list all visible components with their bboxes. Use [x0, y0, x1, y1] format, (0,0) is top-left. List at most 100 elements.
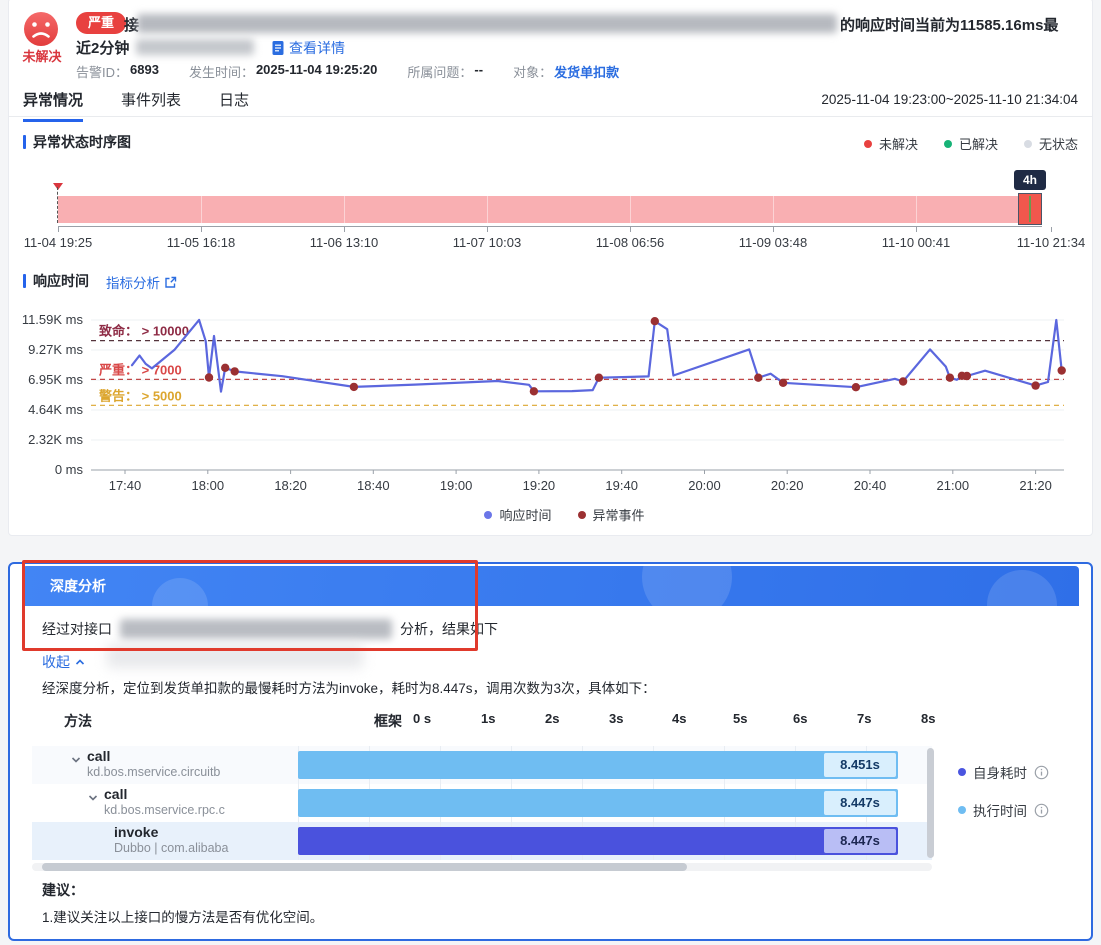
- alert-meta-item: 所属问题：--: [407, 62, 483, 81]
- svg-text:21:00: 21:00: [937, 478, 970, 493]
- decor-circle: [152, 578, 208, 606]
- flame-time-tick-label: 8s: [921, 711, 935, 726]
- meta-value: 2025-11-04 19:25:20: [256, 62, 377, 81]
- timeline-selection-handle[interactable]: [1018, 193, 1042, 225]
- band-grid-line: [630, 196, 631, 223]
- legend-dot-icon: [958, 806, 966, 814]
- timeline-axis: 11-04 19:2511-05 16:1811-06 13:1011-07 1…: [9, 227, 1094, 257]
- method-cell: invokeDubbo | com.alibaba: [114, 824, 232, 856]
- svg-text:20:00: 20:00: [688, 478, 721, 493]
- svg-text:严重： > 7000: 严重： > 7000: [98, 362, 182, 377]
- svg-text:致命： > 10000: 致命： > 10000: [99, 324, 189, 339]
- tab-3[interactable]: 日志: [219, 89, 249, 122]
- method-detail: Dubbo | com.alibaba: [114, 841, 232, 856]
- status-legend-item[interactable]: 无状态: [1024, 134, 1078, 153]
- tabs-divider: [9, 116, 1092, 117]
- legend-dot-icon: [1024, 140, 1032, 148]
- framework-column-header: 框架: [374, 711, 402, 731]
- timeline-tick-label: 11-04 19:25: [24, 235, 92, 250]
- tab-1[interactable]: 异常情况: [23, 89, 83, 122]
- response-legend-item[interactable]: 异常事件: [578, 505, 645, 524]
- svg-text:2.32K ms: 2.32K ms: [28, 432, 83, 447]
- flame-time-tick-label: 0 s: [413, 711, 431, 726]
- timeline-tick-label: 11-07 10:03: [453, 235, 521, 250]
- flame-time-tick-label: 4s: [672, 711, 686, 726]
- flame-time-tick-label: 5s: [733, 711, 747, 726]
- duration-bar[interactable]: 8.451s: [298, 751, 898, 779]
- status-legend-item[interactable]: 已解决: [944, 134, 998, 153]
- deep-analysis-intro: 经过对接口 分析，结果如下: [42, 619, 498, 639]
- duration-label: 8.451s: [824, 753, 896, 777]
- svg-text:4.64K ms: 4.64K ms: [28, 402, 83, 417]
- response-chart-title: 响应时间: [23, 271, 89, 291]
- flame-legend-item: 执行时间: [958, 800, 1049, 820]
- response-legend-item-label: 响应时间: [499, 505, 551, 524]
- duration-bar[interactable]: 8.447s: [298, 827, 898, 855]
- svg-text:18:00: 18:00: [192, 478, 225, 493]
- object-link[interactable]: 发货单扣款: [554, 62, 619, 81]
- alert-meta-row: 告警ID：6893 发生时间：2025-11-04 19:25:20 所属问题：--…: [76, 62, 619, 81]
- horizontal-scrollbar-thumb[interactable]: [42, 863, 687, 871]
- status-legend-item[interactable]: 未解决: [864, 134, 918, 153]
- flame-legend-item-label: 执行时间: [973, 800, 1027, 820]
- info-icon[interactable]: [1034, 765, 1049, 780]
- chevron-down-icon[interactable]: [87, 791, 99, 809]
- response-legend-item-label: 异常事件: [593, 505, 645, 524]
- svg-text:11.59K ms: 11.59K ms: [22, 312, 84, 327]
- meta-value: --: [474, 62, 483, 81]
- info-icon[interactable]: [1034, 803, 1049, 818]
- timeline-tick: [1051, 227, 1052, 232]
- meta-label: 对象：: [513, 62, 552, 81]
- alert-meta-item: 告警ID：6893: [76, 62, 159, 81]
- band-grid-line: [916, 196, 917, 223]
- status-legend-item-label: 已解决: [959, 134, 998, 153]
- selection-duration-badge: 4h: [1014, 170, 1046, 190]
- meta-label: 发生时间：: [189, 62, 254, 81]
- alert-meta-item: 对象：发货单扣款: [513, 62, 619, 81]
- meta-label: 所属问题：: [407, 62, 472, 81]
- svg-text:18:40: 18:40: [357, 478, 390, 493]
- document-icon: [271, 40, 285, 56]
- band-grid-line: [201, 196, 202, 223]
- timeline-tick-label: 11-09 03:48: [739, 235, 807, 250]
- decor-circle: [642, 566, 732, 606]
- alert-status-label: 未解决: [15, 46, 69, 65]
- timeline-start-marker-icon: [53, 183, 63, 190]
- method-cell: callkd.bos.mservice.rpc.c: [104, 786, 232, 818]
- suggestion-item: 1.建议关注以上接口的慢方法是否有优化空间。: [42, 906, 323, 926]
- metric-analysis-link[interactable]: 指标分析: [106, 272, 177, 292]
- status-legend-item-label: 无状态: [1039, 134, 1078, 153]
- alert-meta-item: 发生时间：2025-11-04 19:25:20: [189, 62, 377, 81]
- response-legend-item[interactable]: 响应时间: [484, 505, 551, 524]
- method-detail: kd.bos.mservice.circuitb: [87, 765, 232, 780]
- view-detail-link[interactable]: 查看详情: [271, 38, 345, 58]
- meta-label: 告警ID：: [76, 62, 128, 81]
- decor-circle: [987, 570, 1057, 606]
- chevron-down-icon[interactable]: [70, 753, 82, 771]
- unresolved-status-band[interactable]: [58, 196, 1041, 223]
- chevron-up-icon: [74, 656, 86, 668]
- status-chart-title: 异常状态时序图: [23, 132, 131, 152]
- flame-time-tick-label: 3s: [609, 711, 623, 726]
- timeline-tick: [773, 227, 774, 232]
- method-name: call: [104, 786, 232, 803]
- deep-analysis-summary: 经深度分析，定位到发货单扣款的最慢耗时方法为invoke，耗时为8.447s，调…: [42, 677, 656, 697]
- timeline-tick-label: 11-05 16:18: [167, 235, 235, 250]
- status-legend: 未解决 已解决 无状态: [838, 134, 1078, 153]
- redacted-interface-name: [120, 619, 392, 639]
- timeline-tick: [916, 227, 917, 232]
- method-name: invoke: [114, 824, 232, 841]
- duration-bar[interactable]: 8.447s: [298, 789, 898, 817]
- svg-text:21:20: 21:20: [1019, 478, 1052, 493]
- tab-2[interactable]: 事件列表: [121, 89, 181, 122]
- tab-bar: 异常情况 事件列表 日志: [23, 89, 249, 122]
- vertical-scrollbar[interactable]: [927, 748, 934, 858]
- time-range-label: 2025-11-04 19:23:00~2025-11-10 21:34:04: [821, 92, 1078, 107]
- response-time-chart[interactable]: 11.59K ms9.27K ms6.95K ms4.64K ms2.32K m…: [19, 304, 1084, 499]
- legend-dot-icon: [944, 140, 952, 148]
- collapse-link[interactable]: 收起: [42, 652, 86, 672]
- svg-text:20:40: 20:40: [854, 478, 887, 493]
- suggestion-list: 1.建议关注以上接口的慢方法是否有优化空间。: [42, 906, 323, 932]
- flame-time-tick-label: 7s: [857, 711, 871, 726]
- external-link-icon: [164, 276, 177, 289]
